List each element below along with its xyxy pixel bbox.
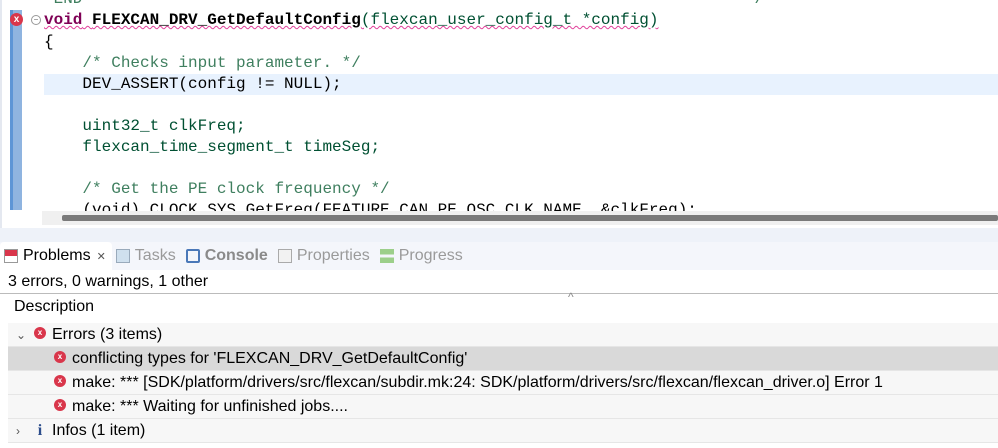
code-line: uint32_t clkFreq; (44, 117, 246, 135)
error-icon: x (54, 350, 66, 363)
error-row[interactable]: x make: *** Waiting for unfinished jobs..… (8, 395, 998, 419)
tab-properties[interactable]: Properties (274, 242, 376, 270)
console-icon (185, 249, 200, 263)
tab-problems[interactable]: Problems ✕ (0, 242, 112, 270)
info-icon: i (37, 422, 43, 439)
error-description: make: *** [SDK/platform/drivers/src/flex… (72, 374, 883, 391)
error-icon: x (54, 398, 66, 411)
code-line: flexcan_time_segment_t timeSeg; (44, 138, 381, 156)
parameters: (flexcan_user_config_t *config) (360, 11, 659, 29)
tab-label: Tasks (134, 247, 176, 264)
group-label: Infos (1 item) (52, 422, 146, 439)
error-row[interactable]: x conflicting types for 'FLEXCAN_DRV_GetD… (8, 347, 998, 371)
code-line: /* Checks input parameter. */ (44, 54, 361, 72)
tab-progress[interactable]: Progress (376, 242, 469, 270)
error-icon: x (34, 326, 46, 339)
column-header-label: Description (14, 298, 95, 315)
group-errors[interactable]: ⌄ x Errors (3 items) (8, 323, 998, 347)
chevron-right-icon[interactable]: › (16, 419, 20, 443)
horizontal-scrollbar-thumb[interactable] (62, 215, 998, 221)
error-description: make: *** Waiting for unfinished jobs...… (72, 398, 348, 415)
overview-ruler (10, 10, 22, 210)
sort-ascending-icon: ^ (568, 290, 574, 304)
column-header-description[interactable]: Description ^ (0, 290, 998, 320)
code-line-signature: void FLEXCAN_DRV_GetDefaultConfig(flexca… (44, 10, 659, 31)
view-separator[interactable] (0, 228, 998, 242)
code-line: /* Get the PE clock frequency */ (44, 180, 390, 198)
close-icon[interactable]: ✕ (97, 250, 106, 263)
tab-label: Problems (23, 247, 91, 264)
code-line: { (44, 33, 54, 51)
error-marker-icon[interactable]: x (10, 13, 23, 26)
chevron-down-icon[interactable]: ⌄ (16, 323, 26, 347)
error-icon: x (54, 374, 66, 387)
fold-collapse-icon[interactable]: − (31, 15, 41, 25)
code-editor[interactable]: x − *END********************************… (0, 0, 998, 228)
error-description: conflicting types for 'FLEXCAN_DRV_GetDe… (72, 350, 468, 367)
problems-summary: 3 errors, 0 warnings, 1 other (0, 270, 998, 294)
keyword: void (44, 11, 83, 29)
tasks-icon (115, 249, 130, 263)
code-line: DEV_ASSERT(config != NULL); (44, 75, 342, 93)
properties-icon (277, 249, 292, 263)
tab-tasks[interactable]: Tasks (112, 242, 182, 270)
problems-panel: Problems ✕ Tasks Console Properties Prog… (0, 242, 998, 448)
tab-console[interactable]: Console (182, 242, 274, 270)
function-name: FLEXCAN_DRV_GetDefaultConfig (92, 11, 361, 29)
problems-icon (4, 249, 18, 263)
group-infos[interactable]: › i Infos (1 item) (8, 419, 998, 443)
progress-icon (379, 249, 394, 263)
tab-label: Properties (296, 247, 370, 264)
tab-label: Console (204, 247, 268, 264)
code-line: *END************************************… (44, 0, 764, 10)
panel-tabs: Problems ✕ Tasks Console Properties Prog… (0, 242, 998, 270)
error-row[interactable]: x make: *** [SDK/platform/drivers/src/fle… (8, 371, 998, 395)
tab-label: Progress (398, 247, 463, 264)
group-label: Errors (3 items) (52, 326, 163, 343)
